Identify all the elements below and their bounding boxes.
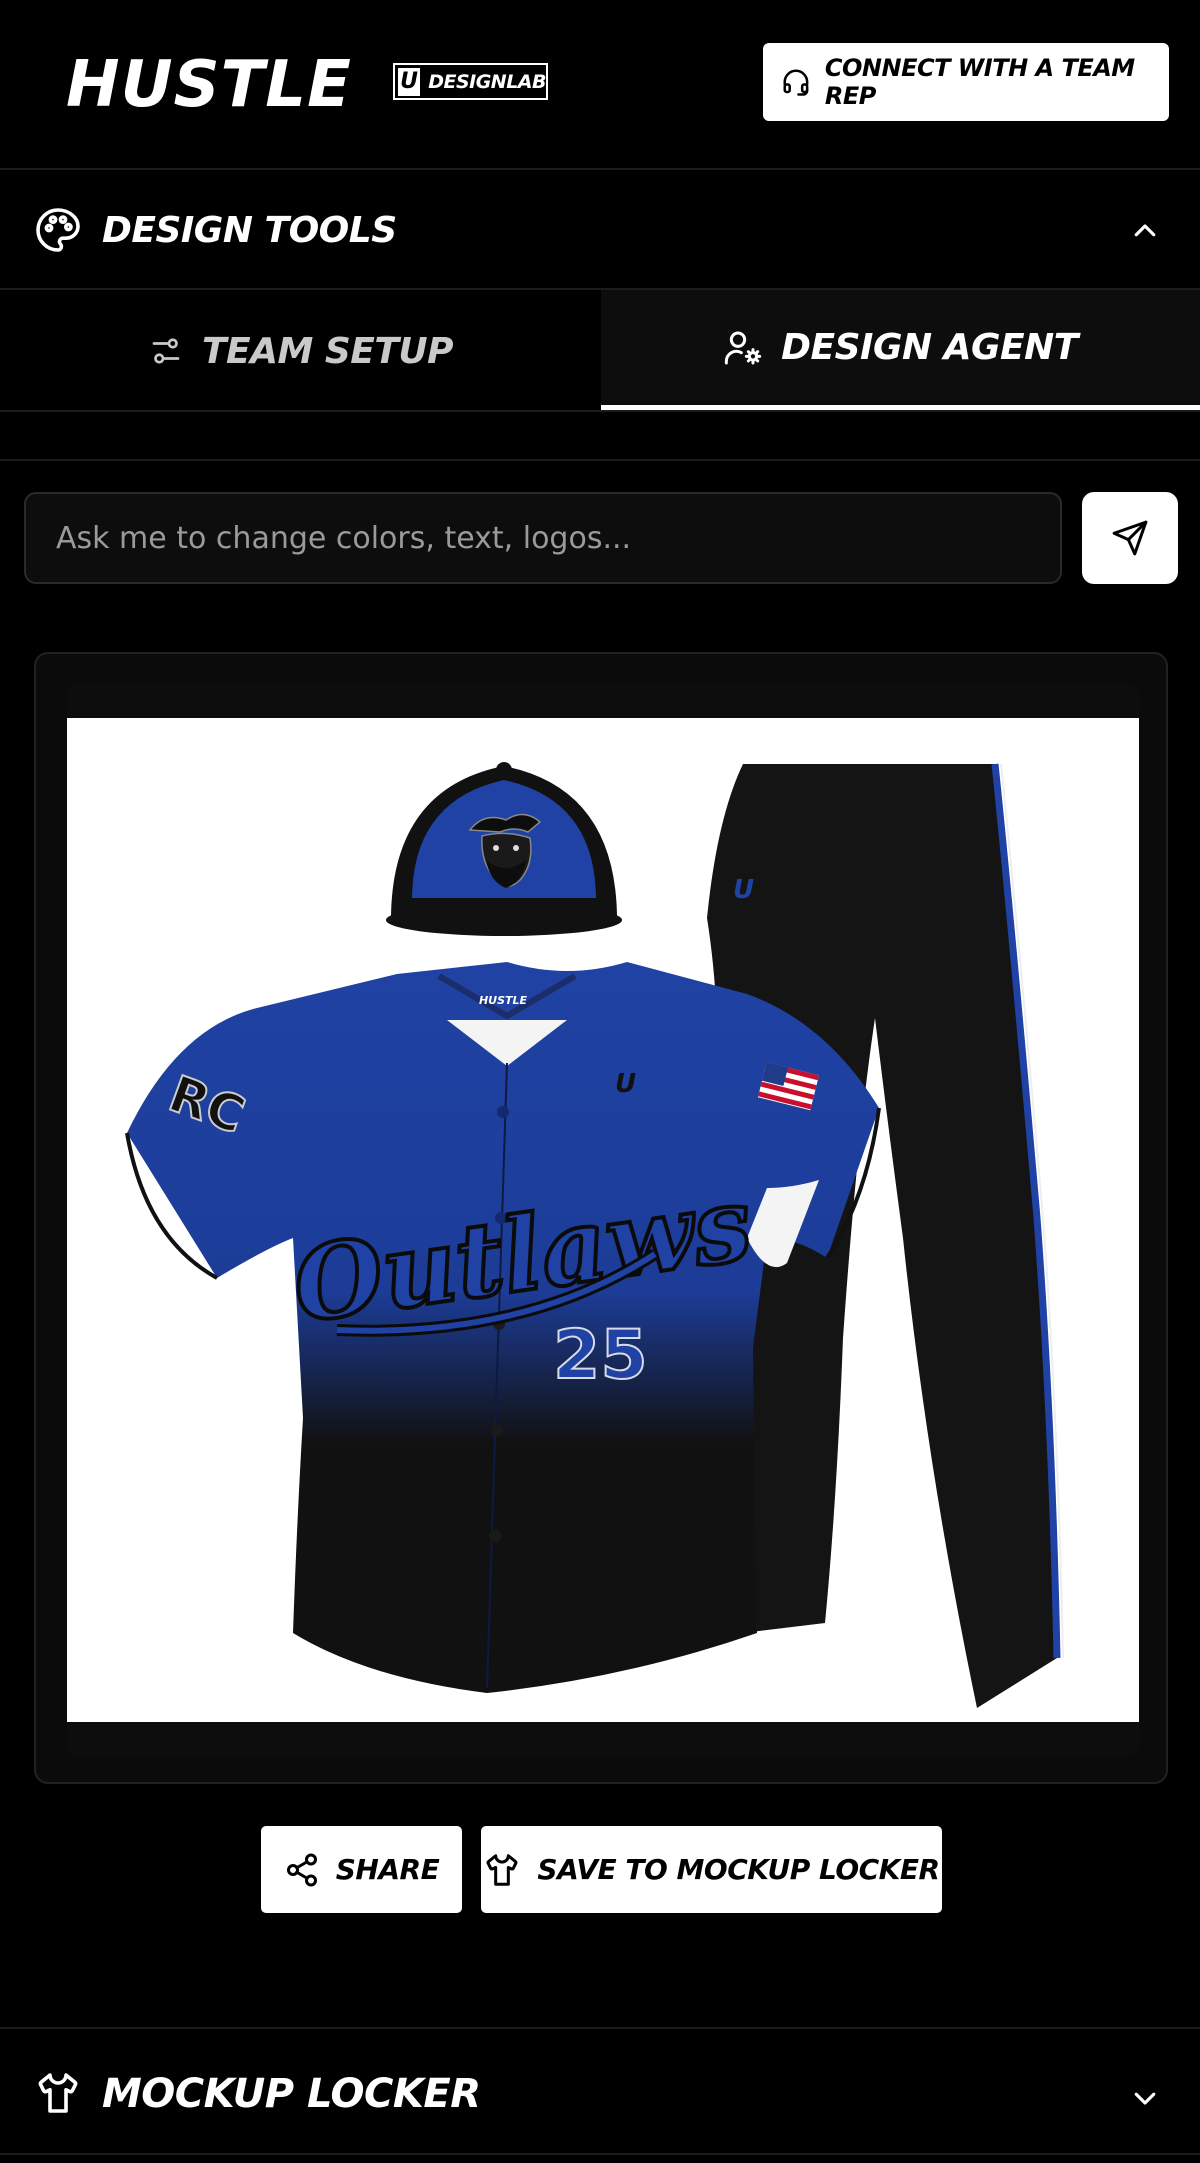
svg-text:U: U [733,875,754,905]
tab-team-setup[interactable]: TEAM SETUP [0,290,601,412]
cap-graphic [386,762,622,936]
design-agent-prompt[interactable] [24,492,1062,584]
save-to-mockup-locker-button[interactable]: SAVE TO MOCKUP LOCKER [481,1826,942,1913]
designlab-label: DESIGNLAB [428,70,546,93]
mockup-preview-frame: U HUSTLE Outlaws 25 U RC [67,685,1139,1755]
prompt-input[interactable] [56,520,1060,556]
tab-design-agent[interactable]: DESIGN AGENT [601,290,1200,410]
designlab-badge: U DESIGNLAB [393,63,548,100]
uniform-illustration: U HUSTLE Outlaws 25 U RC [125,762,1064,1708]
send-button[interactable] [1082,492,1178,584]
app-header: HUSTLE U DESIGNLAB CONNECT WITH A TEAM R… [0,0,1200,170]
share-button[interactable]: SHARE [261,1826,462,1913]
chevron-up-icon[interactable] [1128,216,1162,246]
design-tools-header[interactable]: DESIGN TOOLS [0,170,1200,290]
designlab-mark: U [398,67,421,96]
connect-team-rep-label: CONNECT WITH A TEAM REP [824,54,1135,110]
mockup-locker-header[interactable]: MOCKUP LOCKER [0,2027,1200,2155]
shirt-icon [487,1853,518,1886]
mockup-locker-title: MOCKUP LOCKER [102,2071,481,2117]
design-tools-title: DESIGN TOOLS [102,210,397,251]
palette-icon [36,208,80,252]
shirt-icon [38,2073,78,2113]
sliders-icon [152,338,180,364]
chevron-down-icon[interactable] [1128,2083,1162,2113]
send-icon [1112,520,1148,556]
share-icon [286,1853,317,1886]
save-to-mockup-locker-label: SAVE TO MOCKUP LOCKER [537,1853,940,1886]
headset-icon [783,69,809,96]
mockup-preview-card: U HUSTLE Outlaws 25 U RC [34,652,1168,1784]
section-divider [0,459,1200,461]
svg-text:U: U [615,1069,636,1099]
jersey-number: 25 [553,1316,648,1395]
jersey-tag: HUSTLE [479,994,528,1007]
tab-team-setup-label: TEAM SETUP [201,330,454,372]
uniform-mockup-image: U HUSTLE Outlaws 25 U RC [67,718,1139,1722]
share-label: SHARE [335,1853,440,1886]
user-gear-icon [724,331,762,364]
connect-team-rep-button[interactable]: CONNECT WITH A TEAM REP [763,43,1169,121]
tab-design-agent-label: DESIGN AGENT [781,327,1078,368]
hustle-logo[interactable]: HUSTLE [66,48,352,122]
tab-bar: TEAM SETUP DESIGN AGENT [0,290,1200,412]
